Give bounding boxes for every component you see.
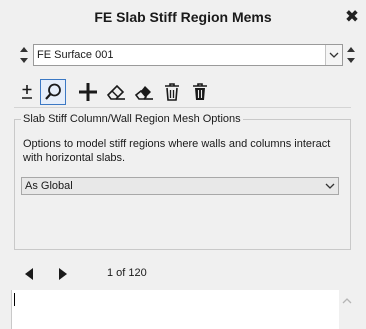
eraser-outline-icon	[106, 84, 125, 100]
entity-spinner-right[interactable]	[346, 44, 356, 66]
group-legend: Slab Stiff Column/Wall Region Mesh Optio…	[21, 113, 243, 125]
triangle-left-icon	[25, 268, 33, 280]
entity-select[interactable]: FE Surface 001	[33, 44, 343, 66]
scroll-up-icon[interactable]	[342, 296, 352, 304]
erase-button[interactable]	[103, 79, 129, 105]
window-title: FE Slab Stiff Region Mems	[94, 9, 272, 25]
mesh-options-group: Slab Stiff Column/Wall Region Mesh Optio…	[14, 113, 351, 250]
chevron-down-icon[interactable]	[325, 181, 335, 194]
delete-all-button[interactable]	[187, 79, 213, 105]
add-icon	[79, 83, 97, 101]
entity-select-value: FE Surface 001	[37, 49, 114, 61]
title-bar: FE Slab Stiff Region Mems ✖	[0, 0, 366, 36]
plus-minus-button[interactable]	[14, 79, 40, 105]
text-caret	[14, 293, 15, 306]
toolbar	[14, 79, 214, 107]
spin-down-icon	[347, 58, 355, 63]
delete-button[interactable]	[159, 79, 185, 105]
notes-textarea[interactable]	[11, 290, 339, 329]
page-count: 1 of 120	[107, 267, 147, 279]
toolbar-divider	[14, 107, 351, 108]
entity-spinner-left[interactable]	[19, 44, 29, 66]
search-icon	[45, 83, 61, 100]
mesh-option-value: As Global	[25, 180, 73, 192]
spin-up-icon	[20, 47, 28, 52]
trash-outline-icon	[165, 83, 179, 101]
mesh-option-select[interactable]: As Global	[21, 177, 339, 195]
group-description: Options to model stiff regions where wal…	[23, 138, 331, 164]
next-button[interactable]	[53, 264, 73, 284]
pager: 1 of 120	[14, 262, 351, 284]
previous-button[interactable]	[19, 264, 39, 284]
plus-minus-icon	[22, 85, 32, 99]
search-button[interactable]	[40, 79, 66, 105]
trash-filled-icon	[193, 83, 207, 100]
add-button[interactable]	[75, 79, 101, 105]
erase-all-button[interactable]	[131, 79, 157, 105]
spin-up-icon	[347, 47, 355, 52]
eraser-filled-icon	[134, 86, 153, 100]
close-icon[interactable]: ✖	[343, 7, 361, 27]
triangle-right-icon	[59, 268, 67, 280]
chevron-down-icon[interactable]	[325, 45, 342, 65]
spin-down-icon	[20, 58, 28, 63]
